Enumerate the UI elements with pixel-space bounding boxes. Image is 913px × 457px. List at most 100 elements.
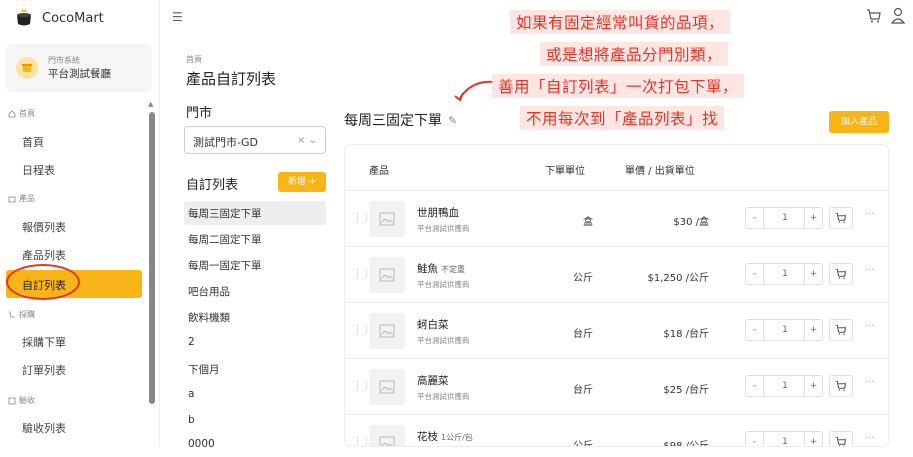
store-icon xyxy=(22,64,32,72)
select-controls: × ⌄ xyxy=(297,135,317,146)
increment-button[interactable]: + xyxy=(804,432,822,446)
col-unit: 下單單位 xyxy=(545,166,585,177)
store-select-value: 測試門市-GD xyxy=(193,136,258,149)
sidebar-item-calendar[interactable]: 日程表 xyxy=(22,162,55,178)
col-product: 產品 xyxy=(369,166,389,177)
user-icon[interactable] xyxy=(890,7,906,25)
quantity-stepper[interactable]: -1 + xyxy=(745,431,823,446)
add-to-cart-button[interactable] xyxy=(829,431,853,446)
list-item[interactable]: 每周三固定下單 xyxy=(184,201,326,225)
order-unit: 台斤 xyxy=(573,329,593,340)
decrement-button[interactable]: - xyxy=(746,208,764,228)
table-row[interactable]: ⋮⋮ 花枝 1公斤/包 公斤 $98 /公斤 -1 + ··· xyxy=(345,415,888,447)
cart-icon[interactable] xyxy=(866,8,882,24)
scroll-up-icon[interactable]: ▲ xyxy=(148,100,153,108)
annotation-line: 善用「自訂列表」一次打包下單， xyxy=(492,74,745,98)
sidebar-item-products[interactable]: 產品列表 xyxy=(22,247,66,263)
unit-price: $18 /台斤 xyxy=(663,329,709,340)
annotation-line: 或是想將產品分門別類， xyxy=(540,42,729,66)
receive-icon xyxy=(8,397,16,404)
table-row[interactable]: ⋮⋮ 蚵白菜 平台測試供應商 台斤 $18 /台斤 -1 + ··· xyxy=(345,303,888,359)
increment-button[interactable]: + xyxy=(804,376,822,396)
order-unit: 台斤 xyxy=(573,385,593,396)
more-icon[interactable]: ··· xyxy=(865,433,875,444)
decrement-button[interactable]: - xyxy=(746,432,764,446)
annotation-line: 不用每次到「產品列表」找 xyxy=(520,106,725,130)
quantity-stepper[interactable]: -1 + xyxy=(745,263,823,285)
product-supplier: 平台測試供應商 xyxy=(417,336,470,345)
table-row[interactable]: ⋮⋮ 世朋鴨血 平台測試供應商盒 $30 /盒 -1 + ··· xyxy=(345,191,888,247)
new-list-button[interactable]: 新增 + xyxy=(278,172,326,192)
add-to-cart-button[interactable] xyxy=(829,207,853,229)
product-image xyxy=(369,313,405,349)
section-home: 首頁 xyxy=(8,108,35,119)
add-to-cart-button[interactable] xyxy=(829,375,853,397)
table-row[interactable]: ⋮⋮ 鮭魚 不定重 平台測試供應商 公斤 $1,250 /公斤 -1 + ··· xyxy=(345,247,888,303)
order-unit: 盒 xyxy=(583,217,593,228)
quantity-input[interactable]: 1 xyxy=(764,264,806,284)
list-item[interactable]: b xyxy=(184,409,326,433)
list-item[interactable]: a xyxy=(184,383,326,407)
sidebar-item-quotes[interactable]: 報價列表 xyxy=(22,219,66,235)
add-product-button[interactable]: 加入產品 xyxy=(829,111,889,133)
sidebar-item-receive-list[interactable]: 驗收列表 xyxy=(22,420,66,436)
decrement-button[interactable]: - xyxy=(746,320,764,340)
image-placeholder-icon xyxy=(379,380,395,394)
quantity-input[interactable]: 1 xyxy=(764,320,806,340)
list-item[interactable]: 每周二固定下單 xyxy=(184,227,326,251)
purchase-icon xyxy=(9,311,15,317)
increment-button[interactable]: + xyxy=(804,320,822,340)
product-image xyxy=(369,201,405,237)
chevron-down-icon[interactable]: ⌄ xyxy=(309,135,317,146)
more-icon[interactable]: ··· xyxy=(865,377,875,388)
app-logo[interactable]: CocoMart xyxy=(14,8,104,28)
sidebar-item-purchase-order[interactable]: 採購下單 xyxy=(22,334,66,350)
decrement-button[interactable]: - xyxy=(746,264,764,284)
cart-icon xyxy=(835,268,847,279)
quantity-stepper[interactable]: -1 + xyxy=(745,375,823,397)
quantity-input[interactable]: 1 xyxy=(764,432,806,446)
product-name-cell: 鮭魚 不定重 xyxy=(417,261,465,276)
increment-button[interactable]: + xyxy=(804,208,822,228)
store-select[interactable]: 測試門市-GD × ⌄ xyxy=(184,126,326,154)
more-icon[interactable]: ··· xyxy=(865,209,875,220)
list-item[interactable]: 2 xyxy=(184,331,326,355)
product-spec: 1公斤/包 xyxy=(441,433,473,442)
page-title: 產品自訂列表 xyxy=(186,70,277,88)
quantity-stepper[interactable]: -1 + xyxy=(745,319,823,341)
increment-button[interactable]: + xyxy=(804,264,822,284)
sidebar-scrollbar[interactable] xyxy=(149,112,155,404)
list-item[interactable]: 飲料機類 xyxy=(184,305,326,329)
list-item[interactable]: 下個月 xyxy=(184,357,326,381)
store-card[interactable]: 門市系統 平台測試餐廳 xyxy=(6,44,152,92)
menu-toggle-icon[interactable]: ☰ xyxy=(172,10,183,24)
product-name: 高麗菜 xyxy=(417,375,449,387)
breadcrumb[interactable]: 首頁 xyxy=(186,54,202,65)
image-placeholder-icon xyxy=(379,436,395,446)
decrement-button[interactable]: - xyxy=(746,376,764,396)
more-icon[interactable]: ··· xyxy=(865,265,875,276)
list-item[interactable]: 每周一固定下單 xyxy=(184,253,326,277)
quantity-input[interactable]: 1 xyxy=(764,208,806,228)
image-placeholder-icon xyxy=(379,212,395,226)
product-image xyxy=(369,425,405,446)
list-item[interactable]: 吧台用品 xyxy=(184,279,326,303)
section-label: 驗收 xyxy=(19,396,35,405)
quantity-stepper[interactable]: -1 + xyxy=(745,207,823,229)
sidebar-item-home[interactable]: 首頁 xyxy=(22,134,44,150)
sidebar-item-orders[interactable]: 訂單列表 xyxy=(22,362,66,378)
close-icon[interactable]: × xyxy=(297,135,305,146)
product-supplier: 平台測試供應商 xyxy=(417,392,470,401)
product-name-cell: 蚵白菜 xyxy=(417,317,452,332)
table-row[interactable]: ⋮⋮ 高麗菜 平台測試供應商 台斤 $25 /台斤 -1 + ··· xyxy=(345,359,888,415)
quantity-input[interactable]: 1 xyxy=(764,376,806,396)
unit-price: $98 /公斤 xyxy=(663,441,709,447)
order-unit: 公斤 xyxy=(573,273,593,284)
add-to-cart-button[interactable] xyxy=(829,319,853,341)
pencil-icon[interactable]: ✎ xyxy=(448,114,457,127)
more-icon[interactable]: ··· xyxy=(865,321,875,332)
list-title: 每周三固定下單 ✎ xyxy=(344,110,457,130)
list-item[interactable]: 0000 xyxy=(184,433,326,457)
add-to-cart-button[interactable] xyxy=(829,263,853,285)
unit-price: $1,250 /公斤 xyxy=(647,273,709,284)
